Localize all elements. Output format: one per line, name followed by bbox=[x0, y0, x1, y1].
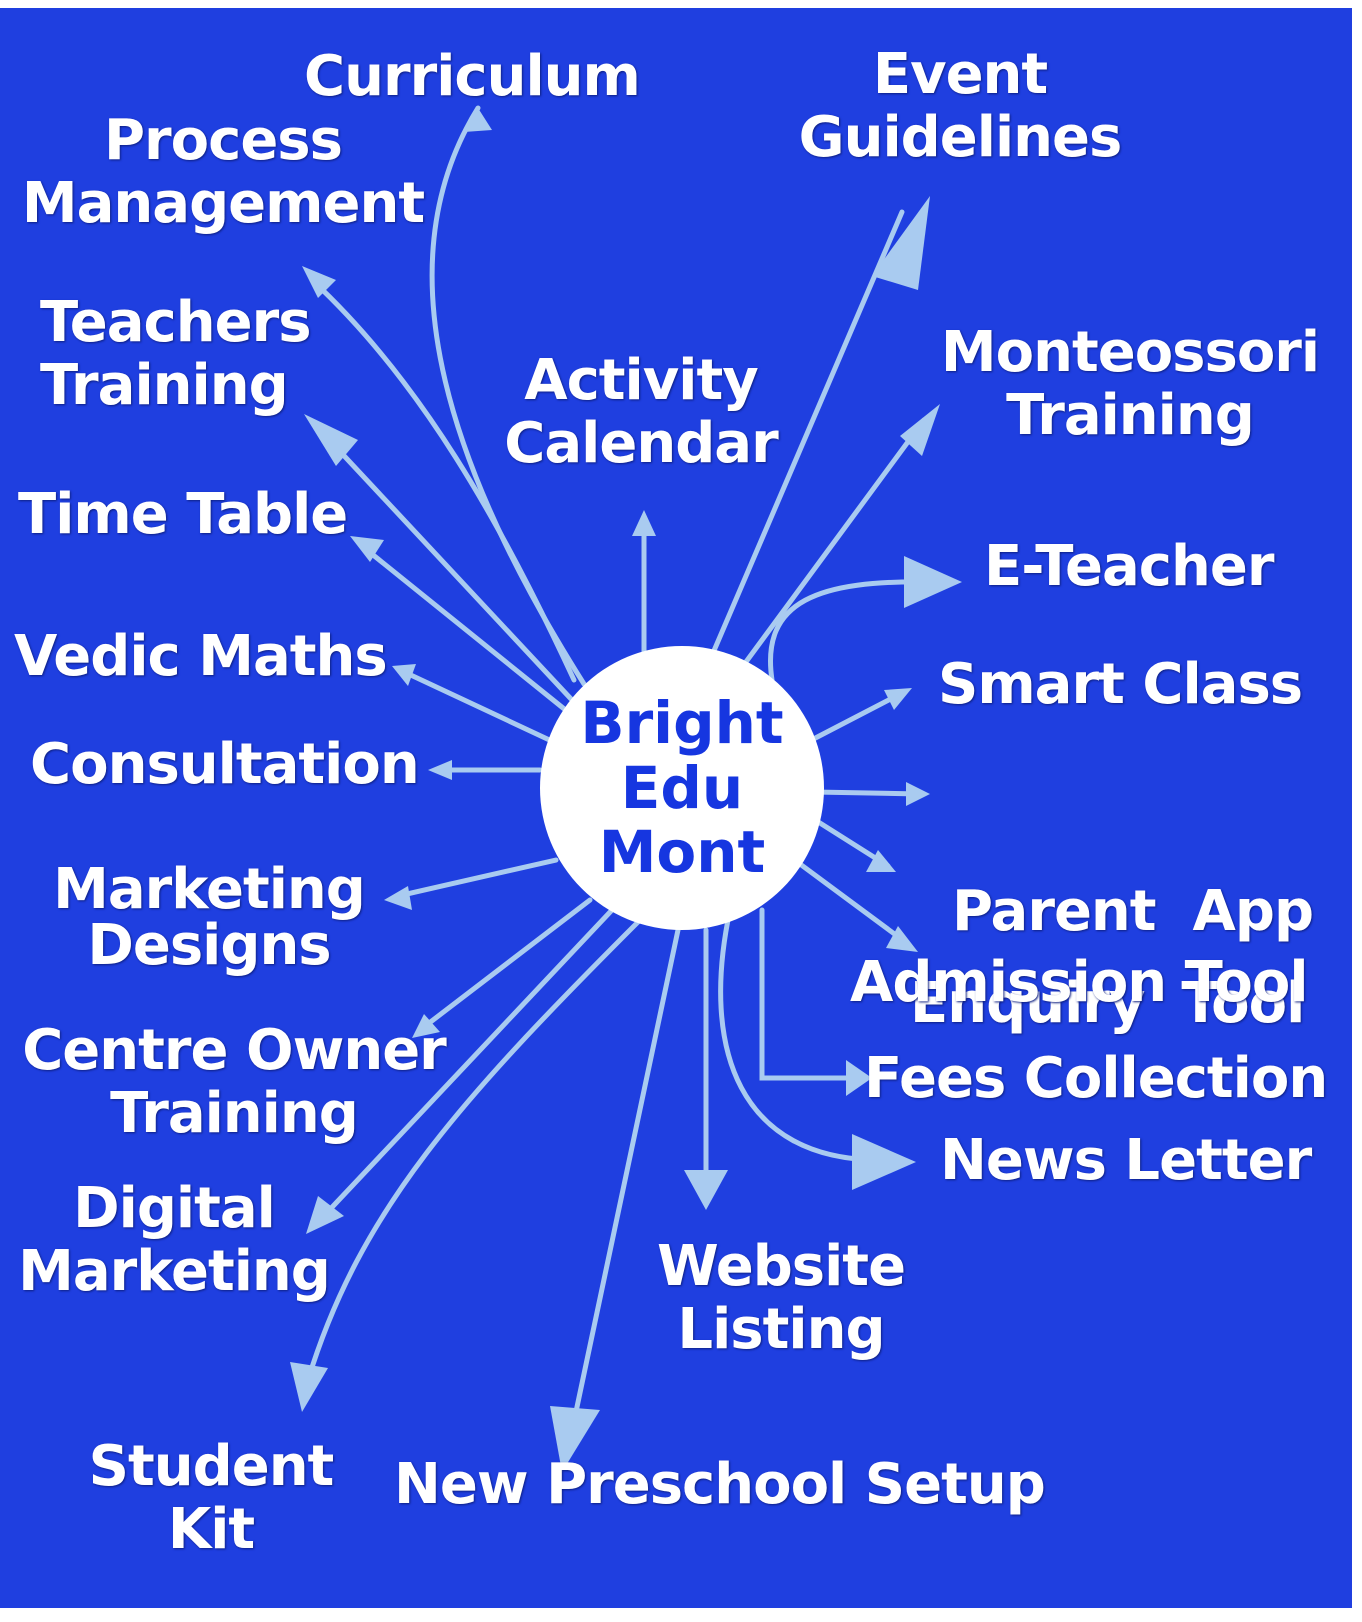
arrowhead-activity-calendar bbox=[632, 510, 656, 536]
arrow-time-table bbox=[359, 543, 571, 715]
arrow-news-letter bbox=[718, 907, 883, 1163]
node-student-kit: Student Kit bbox=[88, 1434, 335, 1562]
node-event-guidelines: Event Guidelines bbox=[798, 42, 1123, 170]
node-e-teacher: E-Teacher bbox=[984, 534, 1274, 599]
right-margin bbox=[1352, 0, 1362, 1622]
node-process-management: Process Management bbox=[21, 108, 425, 236]
node-centre-owner-training: Centre Owner Training bbox=[22, 1018, 447, 1146]
arrow-new-preschool-setup bbox=[567, 927, 681, 1443]
node-website-listing: Website Listing bbox=[656, 1234, 906, 1362]
arrowhead-e-teacher bbox=[904, 556, 962, 608]
node-vedic-maths: Vedic Maths bbox=[14, 624, 388, 689]
node-marketing-designs: Marketing Designs bbox=[53, 857, 366, 978]
node-smart-class: Smart Class bbox=[938, 652, 1303, 717]
arrow-parent-app bbox=[811, 789, 923, 797]
node-new-preschool-setup: New Preschool Setup bbox=[394, 1452, 1046, 1517]
node-monteossori-training: Monteossori Training bbox=[940, 320, 1320, 448]
arrowhead-marketing-designs bbox=[384, 886, 412, 910]
arrow-fees-collection bbox=[759, 907, 859, 1081]
node-admission-tool: Admission Tool bbox=[850, 950, 1309, 1015]
node-activity-calendar: Activity Calendar bbox=[504, 348, 778, 476]
center-line-2: Edu bbox=[620, 753, 744, 822]
center-line-1: Bright bbox=[580, 688, 784, 757]
center-node: Bright Edu Mont bbox=[540, 646, 824, 930]
arrow-process-management bbox=[309, 277, 577, 683]
node-time-table: Time Table bbox=[18, 482, 348, 547]
arrow-vedic-maths bbox=[397, 667, 561, 747]
node-consultation: Consultation bbox=[30, 732, 420, 797]
center-line-3: Mont bbox=[598, 818, 766, 887]
arrow-admission-tool bbox=[797, 861, 911, 947]
arrowhead-student-kit bbox=[290, 1362, 328, 1412]
arrowhead-consultation bbox=[428, 760, 452, 780]
arrowhead-news-letter bbox=[852, 1134, 916, 1190]
arrow-smart-class bbox=[797, 689, 907, 749]
node-curriculum: Curriculum bbox=[304, 44, 641, 109]
arrowhead-website-listing bbox=[684, 1170, 728, 1210]
node-teachers-training: Teachers Training bbox=[40, 290, 312, 418]
node-fees-collection: Fees Collection bbox=[864, 1046, 1328, 1111]
node-digital-marketing: Digital Marketing bbox=[18, 1176, 331, 1304]
node-news-letter: News Letter bbox=[940, 1128, 1312, 1193]
arrow-centre-owner-training bbox=[417, 897, 593, 1033]
mind-map-canvas: Bright Edu Mont Curriculum Process Manag… bbox=[0, 0, 1362, 1622]
arrowhead-teachers-training bbox=[304, 414, 358, 466]
arrowhead-parent-app bbox=[906, 782, 930, 806]
arrow-marketing-designs bbox=[395, 857, 559, 899]
